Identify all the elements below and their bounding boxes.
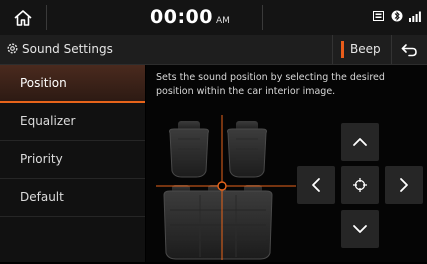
sidebar-item-label: Equalizer xyxy=(20,114,76,128)
sidebar-item-label: Position xyxy=(20,76,67,90)
clock-time: 00:00 xyxy=(150,6,213,28)
move-down-button[interactable] xyxy=(341,210,379,248)
clock: 00:00 AM xyxy=(150,6,270,28)
move-up-button[interactable] xyxy=(341,123,379,161)
beep-button[interactable]: Beep xyxy=(332,35,392,64)
rear-seats xyxy=(163,185,273,260)
gear-icon xyxy=(7,43,18,54)
sidebar-item-label: Priority xyxy=(20,152,63,166)
sidebar: Position Equalizer Priority Default xyxy=(0,65,145,262)
media-icon xyxy=(373,10,384,21)
main-panel: Sets the sound position by selecting the… xyxy=(146,65,427,262)
move-left-button[interactable] xyxy=(297,166,335,204)
sidebar-item-priority[interactable]: Priority xyxy=(0,141,145,179)
chevron-up-icon xyxy=(353,138,367,146)
status-icons xyxy=(373,10,421,22)
sidebar-item-position[interactable]: Position xyxy=(0,65,145,103)
front-left-seat xyxy=(169,121,209,178)
car-interior-map[interactable] xyxy=(156,115,296,260)
chevron-right-icon xyxy=(400,178,408,192)
page-title: Sound Settings xyxy=(22,42,113,56)
target-icon xyxy=(353,178,367,192)
chevron-left-icon xyxy=(312,178,320,192)
car-seats-image xyxy=(156,115,296,260)
home-icon xyxy=(14,9,32,26)
status-bar: 00:00 AM xyxy=(0,0,427,35)
bluetooth-icon xyxy=(391,10,403,22)
direction-pad xyxy=(294,115,427,255)
status-divider-right xyxy=(262,5,263,30)
title-bar: Sound Settings Beep xyxy=(0,35,427,65)
beep-label: Beep xyxy=(350,42,381,56)
front-right-seat xyxy=(227,121,267,178)
back-button[interactable] xyxy=(391,35,427,64)
signal-icon xyxy=(409,11,421,22)
back-icon xyxy=(401,43,417,56)
center-position-button[interactable] xyxy=(341,166,379,204)
chevron-down-icon xyxy=(353,225,367,233)
status-divider xyxy=(46,5,47,30)
sidebar-item-default[interactable]: Default xyxy=(0,179,145,217)
beep-indicator xyxy=(341,41,344,58)
description-text: Sets the sound position by selecting the… xyxy=(156,72,385,97)
sidebar-item-equalizer[interactable]: Equalizer xyxy=(0,103,145,141)
home-button[interactable] xyxy=(0,0,46,35)
clock-ampm: AM xyxy=(215,16,230,26)
screen: 00:00 AM Sound Settings Beep Position Eq… xyxy=(0,0,427,262)
move-right-button[interactable] xyxy=(385,166,423,204)
sidebar-item-label: Default xyxy=(20,190,64,204)
